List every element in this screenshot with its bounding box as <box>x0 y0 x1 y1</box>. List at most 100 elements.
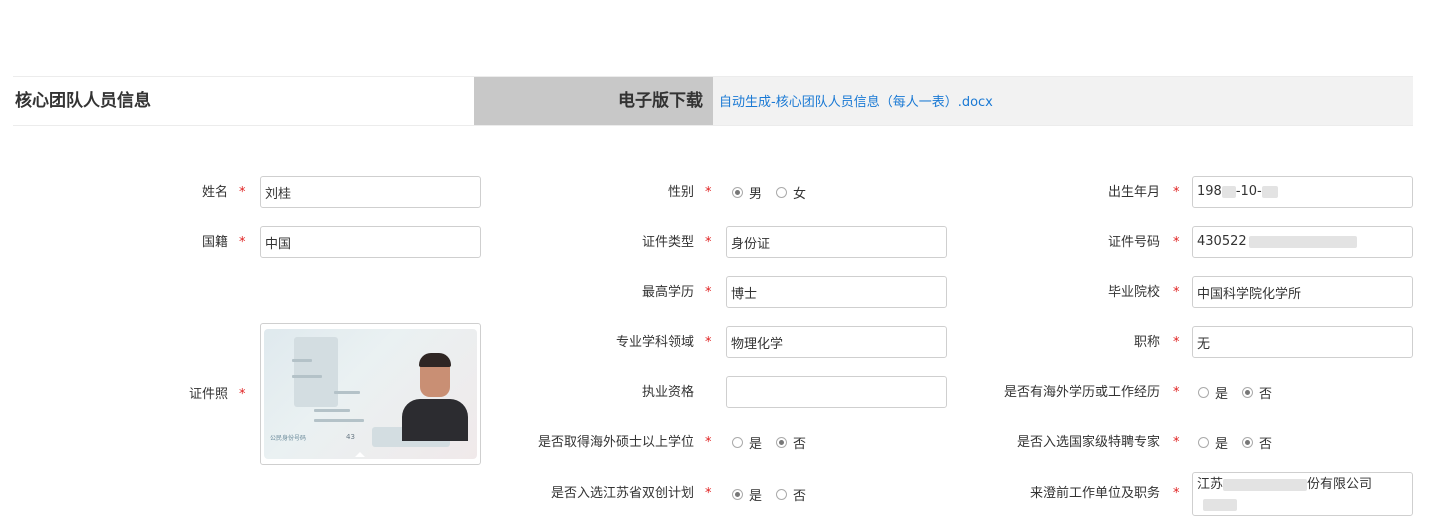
radio-checked-icon <box>732 186 743 198</box>
radio-unchecked-icon <box>776 186 788 198</box>
radio-label: 男 <box>749 186 763 202</box>
education-input[interactable] <box>726 276 947 308</box>
field-label: 专业学科领域 <box>615 335 694 350</box>
overseas-exp-radio-group: 是 否 <box>1198 382 1286 402</box>
overseas-exp-required-mark: * <box>1173 385 1180 400</box>
national-expert-radio-group: 是 否 <box>1198 432 1286 452</box>
id-number-required-mark: * <box>1173 235 1180 250</box>
school-required-mark: * <box>1173 285 1180 300</box>
radio-label: 否 <box>1259 386 1273 402</box>
qualification-label: 执业资格 <box>641 385 694 400</box>
jiangsu-plan-required-mark: * <box>705 486 712 501</box>
field-required-mark: * <box>705 335 712 350</box>
radio-label: 是 <box>749 488 763 504</box>
card-text-line <box>314 419 364 422</box>
name-required-mark: * <box>239 185 246 200</box>
job-title-label: 职称 <box>1133 335 1160 350</box>
radio-label: 否 <box>793 436 807 452</box>
card-text-line <box>314 409 350 412</box>
gender-option-male[interactable]: 男 <box>732 183 762 202</box>
gender-label: 性别 <box>667 185 694 200</box>
overseas-exp-option-yes[interactable]: 是 <box>1198 383 1228 402</box>
privacy-mask <box>1248 235 1357 248</box>
overseas-exp-option-no[interactable]: 否 <box>1242 383 1272 402</box>
id-number-input[interactable]: 430522 <box>1192 226 1413 258</box>
education-label: 最高学历 <box>641 285 694 300</box>
card-text-line <box>292 375 322 378</box>
overseas-degree-option-yes[interactable]: 是 <box>732 433 762 452</box>
id-type-required-mark: * <box>705 235 712 250</box>
radio-checked-icon <box>1242 436 1254 448</box>
field-input[interactable] <box>726 326 947 358</box>
radio-checked-icon <box>732 488 743 500</box>
jiangsu-plan-label: 是否入选江苏省双创计划 <box>550 486 694 501</box>
id-photo-upload[interactable]: 公民身份号码 43 <box>260 323 481 465</box>
section-header: 核心团队人员信息 电子版下载 自动生成-核心团队人员信息（每人一表）.docx <box>13 76 1413 126</box>
job-title-required-mark: * <box>1173 335 1180 350</box>
radio-unchecked-icon <box>776 488 788 500</box>
id-card-image: 公民身份号码 43 <box>264 329 477 459</box>
prev-employer-textarea[interactable]: 江苏 份有限公司 <box>1192 472 1413 516</box>
birth-value-prefix: 198 <box>1197 184 1222 199</box>
docx-download-link[interactable]: 自动生成-核心团队人员信息（每人一表）.docx <box>719 91 993 110</box>
nationality-label: 国籍 <box>201 235 228 250</box>
radio-label: 女 <box>793 186 807 202</box>
nationality-required-mark: * <box>239 235 246 250</box>
birth-required-mark: * <box>1173 185 1180 200</box>
gender-required-mark: * <box>705 185 712 200</box>
portrait-hair <box>419 353 451 367</box>
download-label: 电子版下载 <box>474 77 713 125</box>
national-expert-option-yes[interactable]: 是 <box>1198 433 1228 452</box>
radio-label: 否 <box>793 488 807 504</box>
birth-input[interactable]: 198 -10- <box>1192 176 1413 208</box>
id-card-number: 43 <box>346 433 355 441</box>
id-photo-required-mark: * <box>239 387 246 402</box>
card-text-line <box>334 391 360 394</box>
overseas-degree-option-no[interactable]: 否 <box>776 433 806 452</box>
gender-radio-group: 男 女 <box>732 182 820 202</box>
id-photo-label: 证件照 <box>188 387 228 402</box>
id-type-label: 证件类型 <box>641 235 694 250</box>
privacy-mask <box>1261 185 1278 198</box>
school-input[interactable] <box>1192 276 1413 308</box>
national-expert-option-no[interactable]: 否 <box>1242 433 1272 452</box>
jiangsu-plan-option-yes[interactable]: 是 <box>732 485 762 504</box>
privacy-mask <box>1203 498 1237 511</box>
caret-up-icon <box>355 452 365 457</box>
jiangsu-plan-option-no[interactable]: 否 <box>776 485 806 504</box>
privacy-mask <box>294 337 338 407</box>
national-expert-required-mark: * <box>1173 435 1180 450</box>
privacy-mask <box>1221 185 1236 198</box>
overseas-degree-required-mark: * <box>705 435 712 450</box>
birth-value-suffix: -10- <box>1235 184 1262 199</box>
section-title: 核心团队人员信息 <box>15 91 151 111</box>
job-title-input[interactable] <box>1192 326 1413 358</box>
radio-checked-icon <box>776 436 788 448</box>
radio-label: 是 <box>1215 436 1229 452</box>
jiangsu-plan-radio-group: 是 否 <box>732 484 820 504</box>
prev-employer-required-mark: * <box>1173 486 1180 501</box>
prev-employer-value-prefix: 江苏 <box>1197 477 1224 492</box>
id-number-label: 证件号码 <box>1107 235 1160 250</box>
qualification-input[interactable] <box>726 376 947 408</box>
overseas-degree-label: 是否取得海外硕士以上学位 <box>537 435 694 450</box>
name-input[interactable] <box>260 176 481 208</box>
portrait-body <box>402 399 468 441</box>
id-type-input[interactable] <box>726 226 947 258</box>
id-number-value-prefix: 430522 <box>1197 234 1247 249</box>
name-label: 姓名 <box>201 185 228 200</box>
card-text-line <box>292 359 312 362</box>
radio-label: 是 <box>1215 386 1229 402</box>
portrait <box>400 349 470 441</box>
gender-option-female[interactable]: 女 <box>776 183 806 202</box>
radio-label: 是 <box>749 436 763 452</box>
nationality-input[interactable] <box>260 226 481 258</box>
prev-employer-value-mid: 份有限公司 <box>1307 477 1373 492</box>
download-link-area: 自动生成-核心团队人员信息（每人一表）.docx <box>713 77 1413 125</box>
id-number-tag: 公民身份号码 <box>270 435 307 442</box>
radio-checked-icon <box>1242 386 1254 398</box>
school-label: 毕业院校 <box>1107 285 1160 300</box>
birth-label: 出生年月 <box>1107 185 1160 200</box>
radio-label: 否 <box>1259 436 1273 452</box>
overseas-degree-radio-group: 是 否 <box>732 432 820 452</box>
